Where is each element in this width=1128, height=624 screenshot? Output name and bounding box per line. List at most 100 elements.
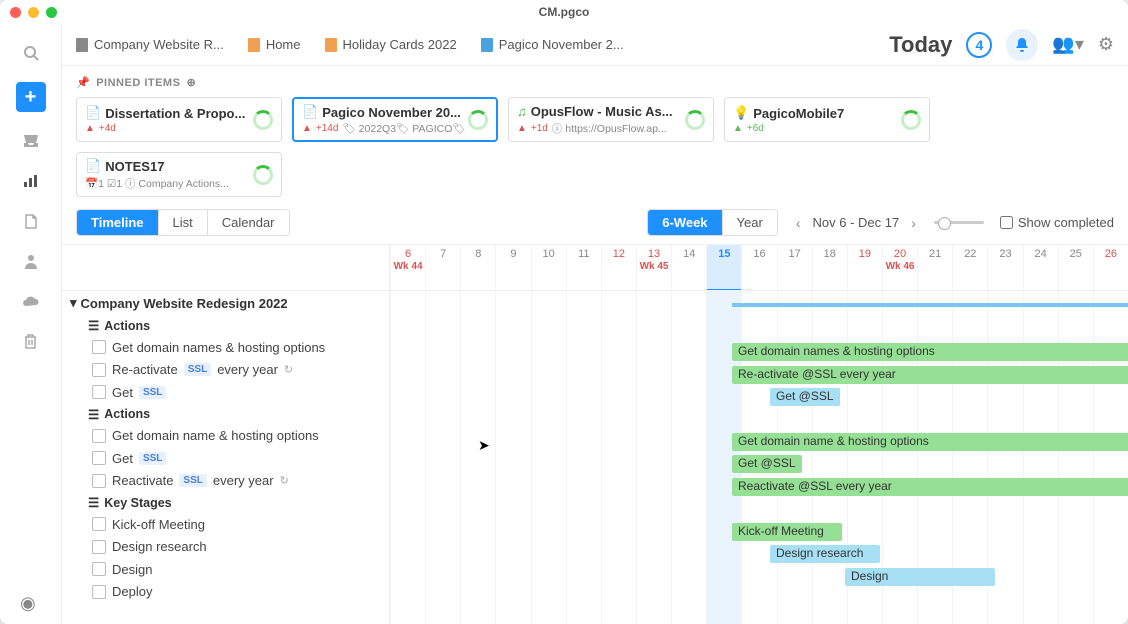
- task-row[interactable]: Kick-off Meeting: [62, 513, 389, 536]
- section-actions-2[interactable]: ☰Actions: [62, 404, 389, 425]
- repeat-icon: ↻: [280, 474, 289, 487]
- checkbox[interactable]: [92, 340, 106, 354]
- maximize-window[interactable]: [46, 7, 57, 18]
- task-row[interactable]: Re-activateSSLevery year↻: [62, 359, 389, 382]
- timeline-bar[interactable]: Get domain names & hosting options: [732, 343, 1128, 361]
- tab-home[interactable]: Home: [248, 37, 301, 52]
- pinned-card-dissertation[interactable]: 📄Dissertation & Propo...▲+4d: [76, 97, 282, 142]
- project-row[interactable]: ▾Company Website Redesign 2022: [62, 291, 389, 315]
- date-col: 8: [460, 245, 495, 290]
- doc-icon: 📄: [302, 104, 318, 120]
- ssl-tag[interactable]: SSL: [184, 363, 211, 376]
- dashboard-icon[interactable]: [20, 170, 42, 192]
- doc-icon: 📄: [85, 105, 101, 121]
- view-timeline[interactable]: Timeline: [77, 210, 159, 235]
- checkbox[interactable]: [92, 451, 106, 465]
- date-col: 25: [1058, 245, 1093, 290]
- task-row[interactable]: Get domain name & hosting options: [62, 425, 389, 448]
- cloud-icon[interactable]: [20, 290, 42, 312]
- task-row[interactable]: Deploy: [62, 581, 389, 604]
- task-row[interactable]: ReactivateSSLevery year↻: [62, 470, 389, 493]
- view-calendar[interactable]: Calendar: [208, 210, 289, 235]
- checkbox[interactable]: [92, 474, 106, 488]
- tab-pagico-nov[interactable]: Pagico November 2...: [481, 37, 624, 52]
- file-icon[interactable]: [20, 210, 42, 232]
- pinned-card-notes17[interactable]: 📄NOTES17📅1 ☑1 ⓘ Company Actions...: [76, 152, 282, 197]
- date-col: 10: [531, 245, 566, 290]
- topbar: Company Website R... Home Holiday Cards …: [62, 24, 1128, 66]
- timeline-bar[interactable]: Get @SSL: [732, 455, 802, 473]
- tab-holiday-cards[interactable]: Holiday Cards 2022: [325, 37, 457, 52]
- add-pinned-icon[interactable]: ⊕: [186, 76, 196, 89]
- close-window[interactable]: [10, 7, 21, 18]
- zoom-slider[interactable]: [934, 221, 984, 224]
- repeat-icon: ↻: [284, 363, 293, 376]
- list-icon: ☰: [88, 318, 99, 333]
- today-count-badge[interactable]: 4: [966, 32, 992, 58]
- project-bar[interactable]: [732, 303, 1128, 307]
- up-icon: ▲: [733, 123, 743, 134]
- pinned-card-pagico-nov[interactable]: 📄Pagico November 20...▲+14d🏷 2022Q3🏷 PAG…: [292, 97, 498, 142]
- inbox-icon[interactable]: [20, 130, 42, 152]
- today-label[interactable]: Today: [889, 32, 952, 58]
- date-col: 14: [671, 245, 706, 290]
- zoom-year[interactable]: Year: [723, 210, 777, 235]
- checkbox[interactable]: [92, 562, 106, 576]
- tab-company-website[interactable]: Company Website R...: [76, 37, 224, 52]
- search-icon[interactable]: [20, 42, 42, 64]
- checkbox[interactable]: [92, 517, 106, 531]
- bulb-icon: 💡: [733, 105, 749, 121]
- zoom-6week[interactable]: 6-Week: [648, 210, 722, 235]
- sync-status-icon[interactable]: ◉: [20, 593, 36, 614]
- checkbox[interactable]: [92, 385, 106, 399]
- ssl-tag[interactable]: SSL: [139, 386, 166, 399]
- timeline-bar[interactable]: Reactivate @SSL every year: [732, 478, 1128, 496]
- checkbox[interactable]: [92, 429, 106, 443]
- ssl-tag[interactable]: SSL: [179, 474, 206, 487]
- date-col: 6Wk 44: [390, 245, 425, 290]
- date-col: 16: [741, 245, 776, 290]
- timeline-bar[interactable]: Design research: [770, 545, 880, 563]
- timeline-bar[interactable]: Re-activate @SSL every year: [732, 366, 1128, 384]
- progress-ring: [253, 165, 273, 185]
- doc-icon: 📄: [85, 158, 101, 174]
- zoom-tabs: 6-Week Year: [647, 209, 778, 236]
- date-col: 20Wk 46: [882, 245, 917, 290]
- pinned-header: 📌 PINNED ITEMS ⊕: [76, 76, 1114, 89]
- pinned-card-pagicomobile[interactable]: 💡PagicoMobile7▲+6d: [724, 97, 930, 142]
- view-list[interactable]: List: [159, 210, 208, 235]
- sidebar: + ◉: [0, 24, 62, 624]
- person-icon[interactable]: [20, 250, 42, 272]
- task-row[interactable]: Get domain names & hosting options: [62, 336, 389, 359]
- checkbox[interactable]: [92, 585, 106, 599]
- date-col: 21: [917, 245, 952, 290]
- timeline-bar[interactable]: Get @SSL: [770, 388, 840, 406]
- date-col: 18: [812, 245, 847, 290]
- people-icon[interactable]: 👥▾: [1052, 34, 1083, 55]
- task-row[interactable]: Design research: [62, 536, 389, 559]
- task-row[interactable]: GetSSL: [62, 447, 389, 470]
- task-row[interactable]: GetSSL: [62, 381, 389, 404]
- trash-icon[interactable]: [20, 330, 42, 352]
- collapse-icon[interactable]: ▾: [70, 295, 77, 311]
- section-actions-1[interactable]: ☰Actions: [62, 315, 389, 336]
- timeline-bar[interactable]: Design: [845, 568, 995, 586]
- settings-icon[interactable]: ⚙: [1098, 34, 1114, 55]
- progress-ring: [468, 110, 488, 130]
- minimize-window[interactable]: [28, 7, 39, 18]
- date-col: 7: [425, 245, 460, 290]
- next-range[interactable]: ›: [907, 215, 920, 231]
- section-key-stages[interactable]: ☰Key Stages: [62, 492, 389, 513]
- pinned-card-opusflow[interactable]: ♫OpusFlow - Music As...▲+1dⓘ https://Opu…: [508, 97, 714, 142]
- show-completed[interactable]: Show completed: [1000, 215, 1114, 230]
- add-button[interactable]: +: [16, 82, 46, 112]
- timeline-bar[interactable]: Get domain name & hosting options: [732, 433, 1128, 451]
- checkbox[interactable]: [92, 540, 106, 554]
- prev-range[interactable]: ‹: [792, 215, 805, 231]
- timeline-bar[interactable]: Kick-off Meeting: [732, 523, 842, 541]
- task-row[interactable]: Design: [62, 558, 389, 581]
- date-col: 13Wk 45: [636, 245, 671, 290]
- checkbox[interactable]: [92, 363, 106, 377]
- ssl-tag[interactable]: SSL: [139, 452, 166, 465]
- notifications-icon[interactable]: [1006, 29, 1038, 61]
